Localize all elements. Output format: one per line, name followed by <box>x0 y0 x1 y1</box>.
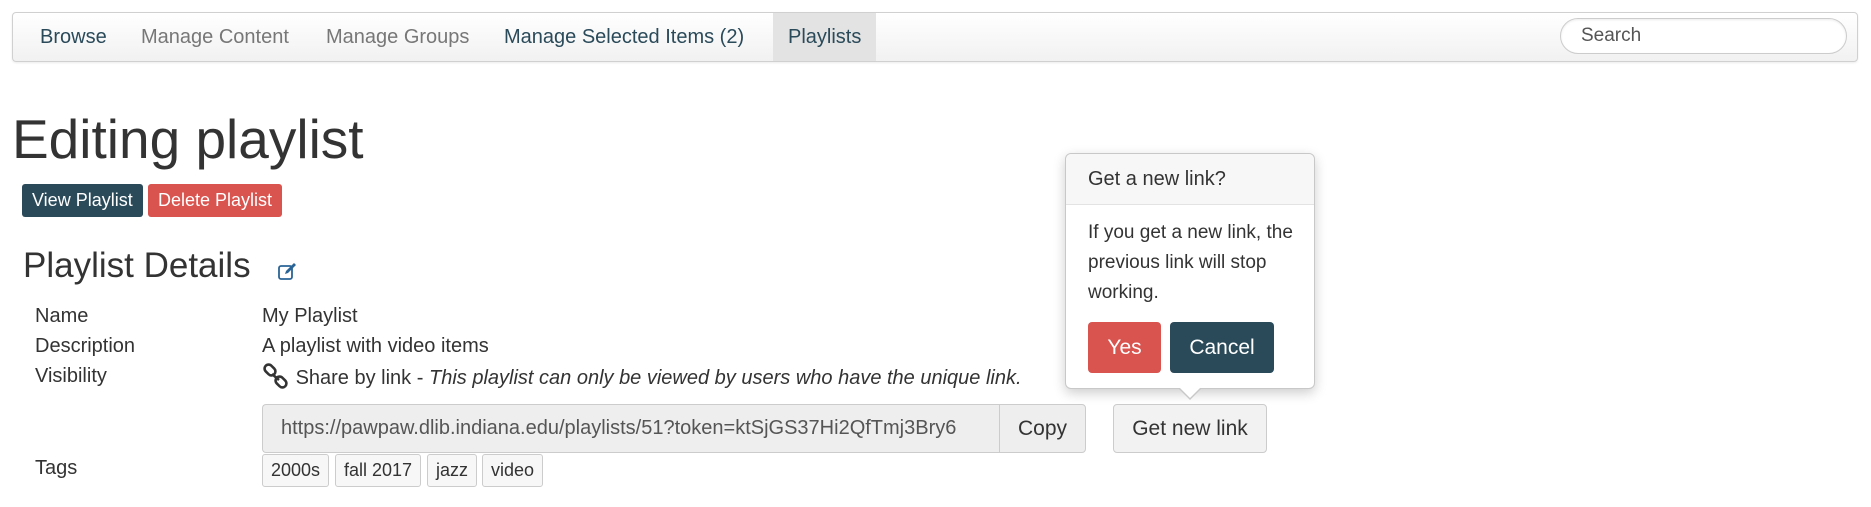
nav-playlists[interactable]: Playlists <box>773 13 877 61</box>
name-value: My Playlist <box>262 305 358 327</box>
name-label: Name <box>35 305 89 327</box>
view-playlist-button[interactable]: View Playlist <box>22 184 143 217</box>
tag-video[interactable]: video <box>482 454 544 487</box>
nav-manage-groups[interactable]: Manage Groups <box>311 13 484 61</box>
visibility-note: This playlist can only be viewed by user… <box>428 367 1022 389</box>
search-input[interactable] <box>1560 18 1847 54</box>
share-link-input[interactable] <box>262 404 1000 453</box>
tag-fall-2017[interactable]: fall 2017 <box>335 454 422 487</box>
link-icon <box>263 363 288 389</box>
playlist-details-heading: Playlist Details <box>23 246 251 285</box>
description-value: A playlist with video items <box>262 335 489 357</box>
popover-arrow <box>1178 387 1202 400</box>
nav-browse[interactable]: Browse <box>25 13 122 61</box>
description-label: Description <box>35 335 136 357</box>
top-navbar: Browse Manage Content Manage Groups Mana… <box>12 12 1858 62</box>
copy-link-button[interactable]: Copy <box>999 404 1086 453</box>
visibility-label: Visibility <box>35 365 107 387</box>
tag-jazz[interactable]: jazz <box>427 454 478 487</box>
cancel-button[interactable]: Cancel <box>1170 322 1274 373</box>
nav-manage-selected-items[interactable]: Manage Selected Items (2) <box>489 13 759 61</box>
edit-icon[interactable] <box>277 262 297 282</box>
new-link-confirm-popover: Get a new link? If you get a new link, t… <box>1065 153 1315 400</box>
tags-label: Tags <box>35 457 78 479</box>
visibility-separator: - <box>416 367 424 389</box>
visibility-value: Share by link - This playlist can only b… <box>262 363 1022 391</box>
page-title: Editing playlist <box>12 108 364 170</box>
nav-manage-content[interactable]: Manage Content <box>126 13 304 61</box>
tag-2000s[interactable]: 2000s <box>262 454 330 487</box>
popover-title: Get a new link? <box>1066 154 1314 205</box>
popover-message: If you get a new link, the previous link… <box>1088 222 1293 303</box>
yes-button[interactable]: Yes <box>1088 322 1161 373</box>
delete-playlist-button[interactable]: Delete Playlist <box>148 184 283 217</box>
share-mode-text: Share by link <box>295 367 412 389</box>
get-new-link-button[interactable]: Get new link <box>1113 404 1267 453</box>
